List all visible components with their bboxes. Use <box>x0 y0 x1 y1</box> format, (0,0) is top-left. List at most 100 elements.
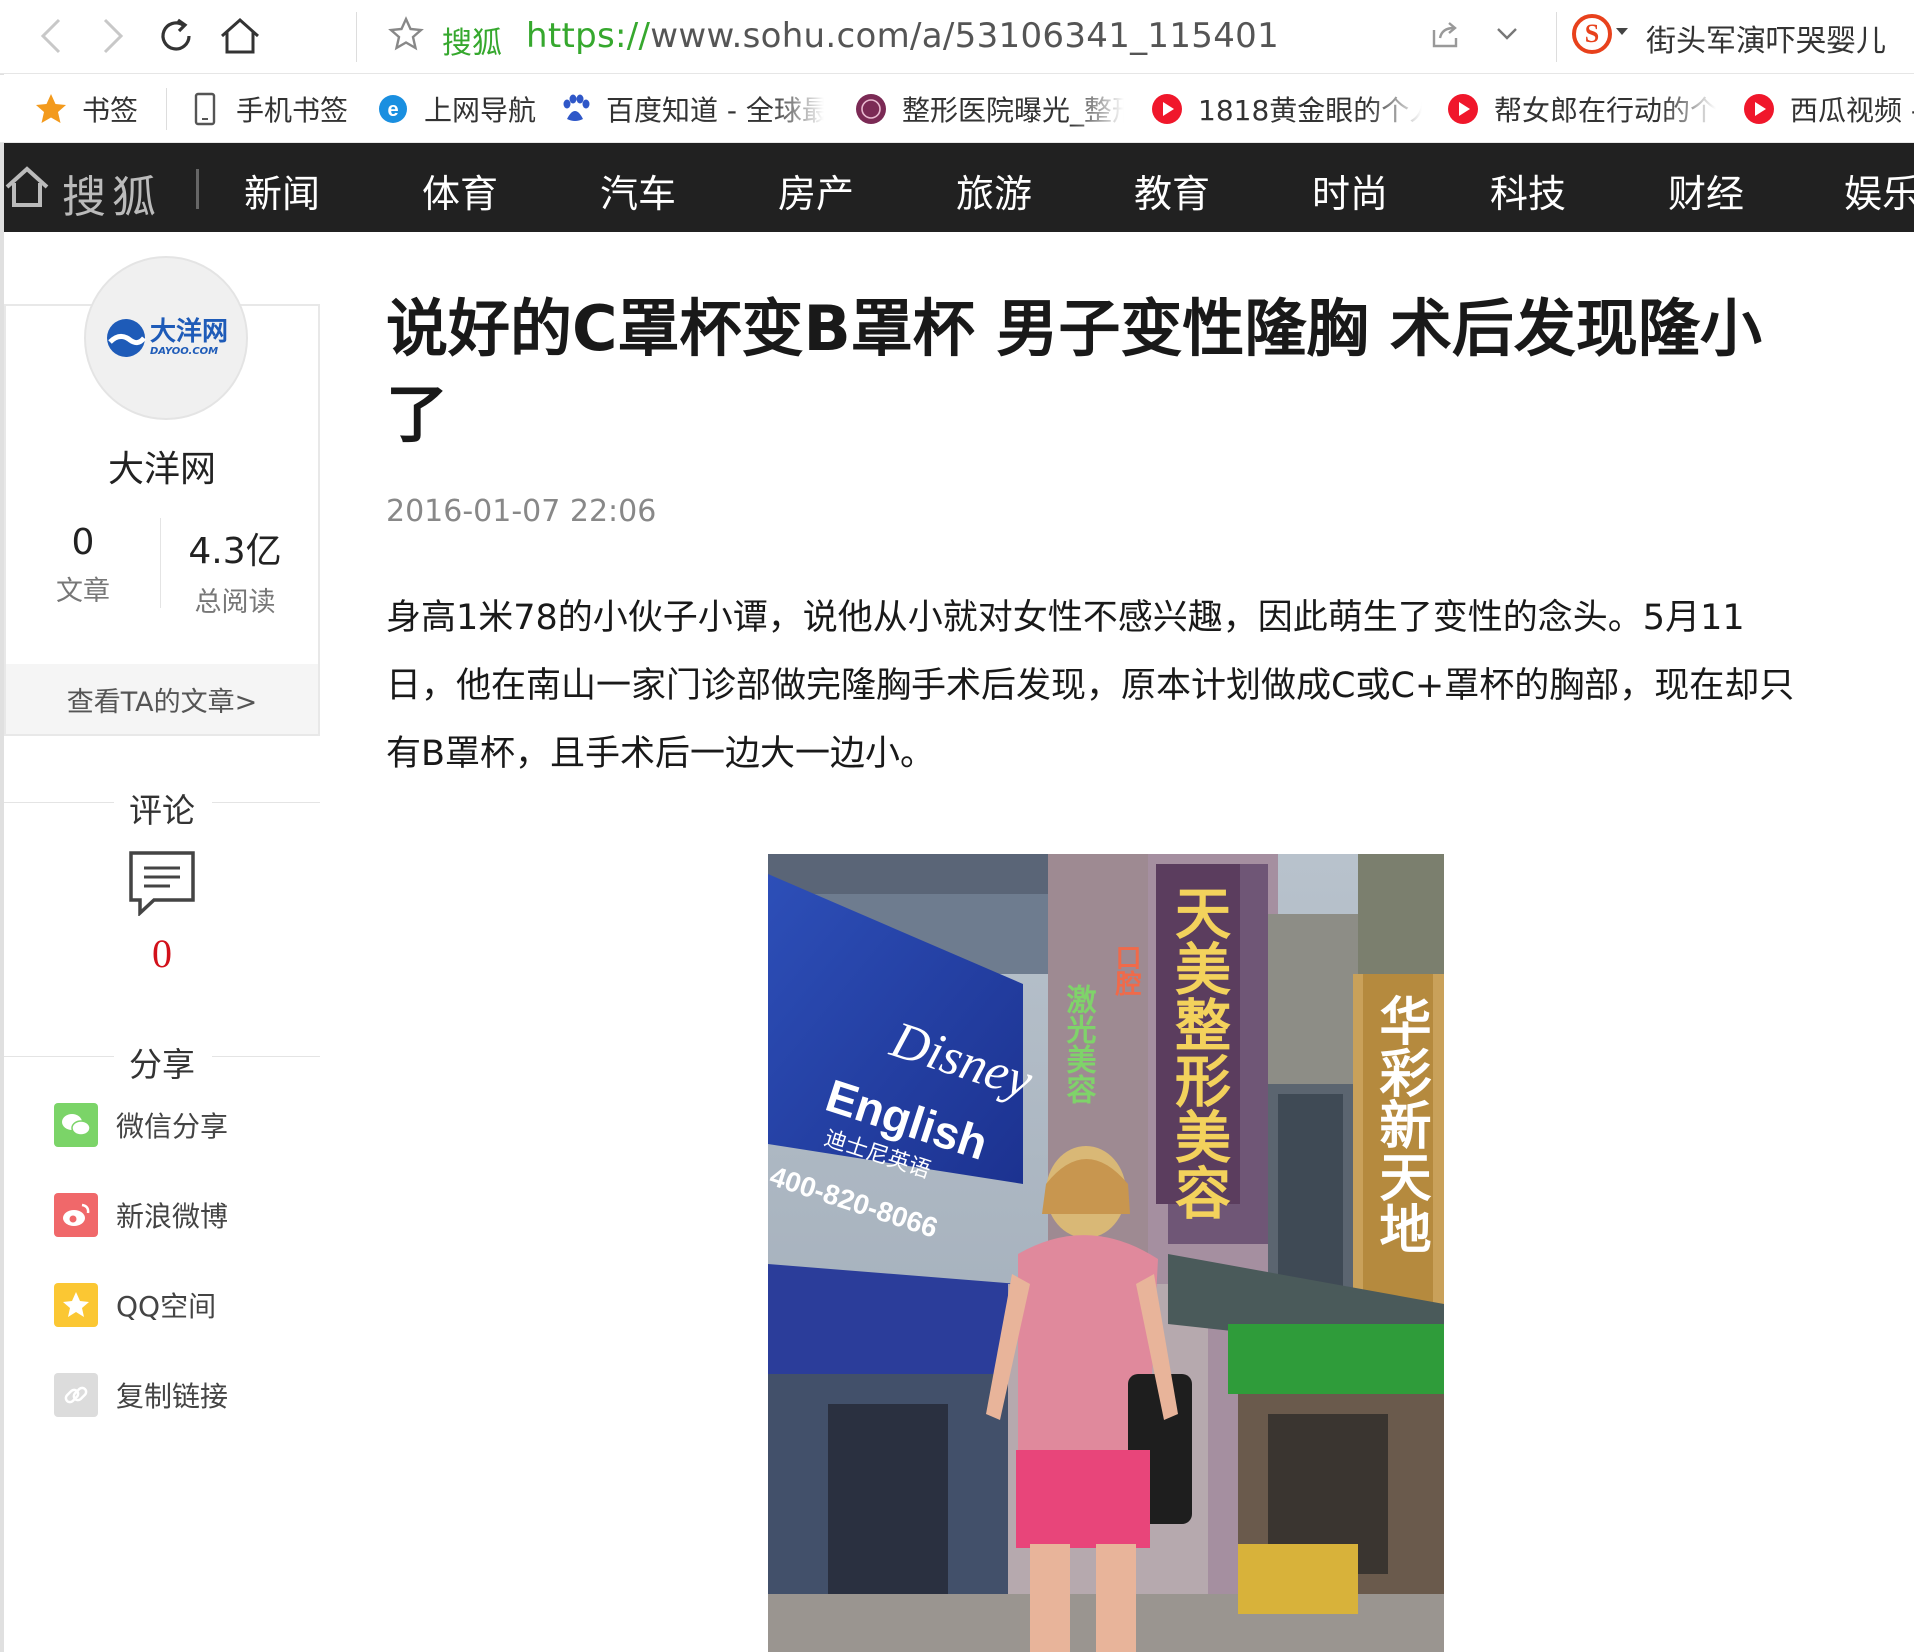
star-icon <box>34 92 68 126</box>
share-weibo-button[interactable]: 新浪微博 <box>54 1192 228 1238</box>
share-title: 分享 <box>129 1045 195 1084</box>
copy-link-button[interactable]: 复制链接 <box>54 1372 228 1418</box>
article-title: 说好的C罩杯变B罩杯 男子变性隆胸 术后发现隆小了 <box>386 292 1762 451</box>
bookmark-item[interactable]: 书签 <box>34 89 138 129</box>
home-icon <box>5 166 49 207</box>
home-icon <box>221 17 259 54</box>
chevron-left-icon <box>40 18 61 54</box>
share-label: QQ空间 <box>116 1290 217 1323</box>
avatar[interactable]: 大洋网 DAYOO.COM <box>84 256 248 420</box>
reads-stat: 4.3亿 总阅读 <box>160 522 310 619</box>
bookmark-item[interactable]: 整形医院曝光_整形 <box>854 89 1124 129</box>
share-qzone-button[interactable]: QQ空间 <box>54 1282 216 1328</box>
nav-link-education[interactable]: 教育 <box>1134 163 1210 218</box>
share-wechat-button[interactable]: 微信分享 <box>54 1102 228 1148</box>
bookmark-label: 帮女郎在行动的个 <box>1494 94 1716 127</box>
articles-stat: 0 文章 <box>8 522 158 608</box>
play-red-icon <box>1742 92 1776 126</box>
bookmark-label: 手机书签 <box>236 94 349 127</box>
sign-mouth-text: 口腔 <box>1111 944 1142 997</box>
articles-label: 文章 <box>56 576 110 607</box>
nav-link-sports[interactable]: 体育 <box>422 163 498 218</box>
address-bar-row: 搜狐 https://www.sohu.com/a/53106341_11540… <box>0 0 1914 74</box>
reads-label: 总阅读 <box>194 587 276 618</box>
search-box[interactable]: 街头军演吓哭婴儿 <box>1646 16 1886 60</box>
clinic-sign: 天美整形美容 <box>1156 864 1240 1220</box>
nav-link-auto[interactable]: 汽车 <box>600 163 676 218</box>
wechat-icon <box>54 1103 98 1147</box>
share-label: 新浪微博 <box>116 1200 229 1233</box>
nav-link-finance[interactable]: 财经 <box>1668 163 1744 218</box>
bookmark-label: 整形医院曝光_整形 <box>902 94 1124 127</box>
bookmark-label: 百度知道 - 全球最 <box>606 94 824 127</box>
search-engine-logo-icon[interactable]: S <box>1572 14 1612 54</box>
phone-icon <box>188 92 222 126</box>
svg-text:e: e <box>387 99 398 121</box>
url-field[interactable]: https://www.sohu.com/a/53106341_115401 <box>526 16 1279 56</box>
back-button[interactable] <box>26 10 78 62</box>
url-path: www.sohu.com/a/53106341_115401 <box>650 16 1280 56</box>
comment-count[interactable]: 0 <box>4 930 320 977</box>
article-photo[interactable]: Disney English 迪士尼英语 400-820-8066 天美整形美容… <box>768 854 1444 1652</box>
star-outline-icon <box>388 16 424 51</box>
play-red-icon <box>1150 92 1184 126</box>
author-name[interactable]: 大洋网 <box>4 440 320 492</box>
comment-icon <box>129 851 195 918</box>
site-label: 搜狐 <box>442 26 502 61</box>
comments-title: 评论 <box>129 791 195 830</box>
dayoo-wave-icon <box>106 319 146 357</box>
bookmark-label: 书签 <box>82 94 139 127</box>
bookmark-item[interactable]: e 上网导航 <box>376 89 536 129</box>
site-nav-bar: 搜狐 新闻 体育 汽车 房产 旅游 教育 时尚 科技 财经 娱乐 <box>4 143 1914 232</box>
articles-count: 0 <box>71 522 95 563</box>
comment-button[interactable] <box>128 850 196 920</box>
share-label: 微信分享 <box>116 1110 229 1143</box>
bookmark-item[interactable]: 百度知道 - 全球最 <box>558 89 824 129</box>
reload-icon <box>161 18 191 51</box>
article-paragraph: 身高1米78的小伙子小谭，说他从小就对女性不感兴趣，因此萌生了变性的念头。5月1… <box>386 598 1795 774</box>
view-author-articles-link[interactable]: 查看TA的文章> <box>6 664 318 734</box>
ie-icon: e <box>376 92 410 126</box>
bookmark-item[interactable]: 西瓜视频 - <box>1742 89 1914 129</box>
divider <box>356 12 357 62</box>
home-button[interactable] <box>214 10 266 62</box>
dayoo-logo: 大洋网 DAYOO.COM <box>104 316 228 360</box>
chevron-right-icon <box>103 18 124 54</box>
divider <box>196 169 199 209</box>
chevron-down-icon <box>1497 28 1517 40</box>
bookmark-label: 1818黄金眼的个人 <box>1198 94 1422 127</box>
link-icon <box>54 1373 98 1417</box>
share-icon <box>1432 22 1458 48</box>
weibo-icon <box>54 1193 98 1237</box>
bookmark-item[interactable]: 1818黄金眼的个人 <box>1150 89 1422 129</box>
reads-count: 4.3亿 <box>188 531 282 572</box>
divider <box>166 88 167 130</box>
sign-building-text: 华彩新天地 <box>1370 994 1431 1254</box>
bookmark-label: 上网导航 <box>424 94 537 127</box>
sign-clinic-text: 天美整形美容 <box>1166 884 1231 1220</box>
article-date: 2016-01-07 22:06 <box>386 494 657 529</box>
nav-link-realestate[interactable]: 房产 <box>778 163 854 218</box>
nav-link-tech[interactable]: 科技 <box>1490 163 1566 218</box>
bookmark-star-button[interactable] <box>388 16 424 56</box>
nav-link-entertainment[interactable]: 娱乐 <box>1844 163 1914 218</box>
dayoo-logo-en: DAYOO.COM <box>149 346 219 357</box>
nav-link-travel[interactable]: 旅游 <box>956 163 1032 218</box>
share-label: 复制链接 <box>116 1380 229 1413</box>
sohu-home-link[interactable] <box>4 165 50 213</box>
bookmark-item[interactable]: 帮女郎在行动的个 <box>1446 89 1716 129</box>
nav-link-fashion[interactable]: 时尚 <box>1312 163 1388 218</box>
qzone-star-icon <box>54 1283 98 1327</box>
bookmark-item[interactable]: 手机书签 <box>188 89 348 129</box>
sign-laser-text: 激光美容 <box>1061 984 1097 1104</box>
url-protocol: https:// <box>526 16 651 56</box>
url-dropdown-button[interactable] <box>1494 22 1520 50</box>
play-red-icon <box>1446 92 1480 126</box>
reload-button[interactable] <box>150 10 202 62</box>
forward-button[interactable] <box>86 10 138 62</box>
share-page-button[interactable] <box>1428 18 1462 56</box>
search-engine-caret-icon[interactable] <box>1616 28 1628 35</box>
bookmark-label: 西瓜视频 - <box>1790 94 1914 127</box>
nav-link-news[interactable]: 新闻 <box>244 163 320 218</box>
sohu-brand-logo[interactable]: 搜狐 <box>62 161 162 225</box>
